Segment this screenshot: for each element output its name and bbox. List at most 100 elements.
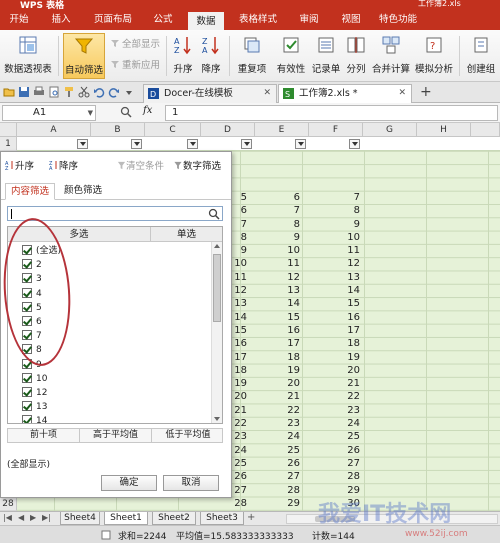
print-preview-icon[interactable] — [48, 86, 60, 98]
cell-value[interactable]: 22 — [340, 391, 360, 402]
validity-button[interactable]: 有效性 — [274, 33, 308, 79]
cut-icon[interactable] — [78, 86, 90, 98]
checkbox[interactable] — [22, 415, 32, 423]
cell-value[interactable]: 20 — [280, 378, 300, 389]
scroll-up-icon[interactable] — [214, 244, 220, 248]
quick-access-dropdown-icon[interactable] — [123, 86, 135, 98]
below-average-button[interactable]: 低于平均值 — [152, 429, 224, 442]
cell-value[interactable]: 14 — [280, 298, 300, 309]
tab-special[interactable]: 特色功能 — [372, 10, 424, 30]
filter-dropdown-c[interactable] — [187, 139, 198, 149]
cell-value[interactable]: 23 — [340, 405, 360, 416]
cell-value[interactable]: 9 — [340, 219, 360, 230]
search-icon[interactable] — [120, 106, 132, 118]
name-box[interactable]: A1 ▼ — [2, 105, 96, 121]
close-icon[interactable]: ✕ — [398, 85, 406, 102]
cell-value[interactable]: 24 — [280, 431, 300, 442]
column-header-h[interactable]: H — [417, 123, 471, 137]
tab-formula[interactable]: 公式 — [146, 10, 180, 30]
record-form-button[interactable]: 记录单 — [310, 33, 342, 79]
autofilter-button[interactable]: 自动筛选 — [63, 33, 105, 79]
checkbox[interactable] — [22, 372, 32, 383]
column-header-b[interactable]: B — [91, 123, 145, 137]
consolidate-button[interactable]: 合并计算 — [371, 33, 411, 79]
cell-value[interactable]: 12 — [340, 258, 360, 269]
filter-list-item[interactable]: 13 — [22, 401, 47, 414]
tab-page-layout[interactable]: 页面布局 — [88, 10, 138, 30]
prev-sheet-icon[interactable]: ◀ — [18, 513, 24, 522]
reapply-button[interactable]: 重新应用 — [110, 57, 160, 71]
tab-data[interactable]: 数据 — [188, 10, 224, 30]
cell-value[interactable]: 18 — [280, 352, 300, 363]
cell-value[interactable]: 12 — [280, 272, 300, 283]
column-header-f[interactable]: F — [309, 123, 363, 137]
cell-value[interactable]: 26 — [280, 458, 300, 469]
cell-value[interactable]: 18 — [340, 338, 360, 349]
formula-input[interactable]: 1 — [165, 105, 498, 121]
cell-value[interactable]: 11 — [340, 245, 360, 256]
row-header[interactable]: 28 — [0, 497, 17, 512]
new-tab-button[interactable]: + — [420, 84, 432, 100]
checkbox[interactable] — [22, 387, 32, 397]
cell-value[interactable]: 25 — [280, 445, 300, 456]
checkbox[interactable] — [22, 401, 32, 412]
cell-value[interactable]: 25 — [340, 431, 360, 442]
sheet-tab-sheet2[interactable]: Sheet2 — [152, 512, 196, 525]
cell-value[interactable]: 15 — [340, 298, 360, 309]
tab-table-style[interactable]: 表格样式 — [232, 10, 284, 30]
select-all-corner[interactable] — [0, 123, 17, 137]
add-sheet-button[interactable]: + — [247, 512, 255, 523]
search-icon[interactable] — [208, 208, 220, 220]
cell-value[interactable]: 24 — [340, 418, 360, 429]
cell-value[interactable]: 8 — [280, 219, 300, 230]
column-header-d[interactable]: D — [201, 123, 255, 137]
cell-value[interactable]: 14 — [340, 285, 360, 296]
tab-insert[interactable]: 插入 — [44, 10, 78, 30]
cell-value[interactable]: 22 — [280, 405, 300, 416]
header-row[interactable] — [17, 137, 500, 151]
cell-value[interactable]: 16 — [280, 325, 300, 336]
cell-value[interactable]: 11 — [280, 258, 300, 269]
cell-value[interactable]: 16 — [340, 312, 360, 323]
cell-value[interactable]: 17 — [280, 338, 300, 349]
cell-value[interactable]: 19 — [340, 352, 360, 363]
scroll-down-icon[interactable] — [214, 417, 220, 421]
pivot-table-button[interactable]: 数据透视表 — [2, 33, 54, 79]
split-columns-button[interactable]: 分列 — [343, 33, 369, 79]
close-icon[interactable]: ✕ — [263, 85, 271, 102]
open-folder-icon[interactable] — [3, 86, 15, 98]
undo-icon[interactable] — [93, 86, 105, 98]
cell-value[interactable]: 19 — [280, 365, 300, 376]
sheet-tab-sheet3[interactable]: Sheet3 — [200, 512, 244, 525]
cell-value[interactable]: 13 — [280, 285, 300, 296]
column-header-g[interactable]: G — [363, 123, 417, 137]
cell-value[interactable]: 28 — [280, 485, 300, 496]
cell-value[interactable]: 10 — [340, 232, 360, 243]
tab-view[interactable]: 视图 — [334, 10, 368, 30]
format-painter-icon[interactable] — [63, 86, 75, 98]
clear-conditions-button[interactable]: 清空条件 — [117, 158, 164, 172]
column-header-c[interactable]: C — [145, 123, 201, 137]
doc-tab-workbook[interactable]: S 工作簿2.xls * ✕ — [278, 84, 412, 103]
cell-value[interactable]: 28 — [227, 498, 247, 509]
what-if-button[interactable]: ? 模拟分析 — [413, 33, 455, 79]
filter-list-item[interactable]: 14 — [22, 415, 47, 423]
cell-value[interactable]: 7 — [280, 205, 300, 216]
panel-sort-asc-button[interactable]: A Z 升序 — [5, 158, 34, 172]
scroll-thumb[interactable] — [213, 254, 221, 322]
create-group-button[interactable]: 创建组 — [462, 33, 500, 79]
doc-tab-docer[interactable]: D Docer-在线模板 ✕ — [143, 84, 277, 103]
column-header-e[interactable]: E — [255, 123, 309, 137]
column-header-a[interactable]: A — [17, 123, 91, 137]
above-average-button[interactable]: 高于平均值 — [80, 429, 152, 442]
last-sheet-icon[interactable]: ▶| — [42, 513, 51, 522]
sort-desc-button[interactable]: ZA 降序 — [198, 33, 224, 79]
sheet-tab-sheet4[interactable]: Sheet4 — [60, 512, 100, 525]
tab-content-filter[interactable]: 内容筛选 — [5, 183, 56, 200]
tab-color-filter[interactable]: 颜色筛选 — [59, 183, 107, 200]
filter-list-scrollbar[interactable] — [211, 242, 222, 423]
duplicates-button[interactable]: 重复项 — [232, 33, 272, 79]
tab-review[interactable]: 审阅 — [292, 10, 326, 30]
sort-asc-button[interactable]: AZ 升序 — [170, 33, 196, 79]
cell-value[interactable]: 7 — [340, 192, 360, 203]
